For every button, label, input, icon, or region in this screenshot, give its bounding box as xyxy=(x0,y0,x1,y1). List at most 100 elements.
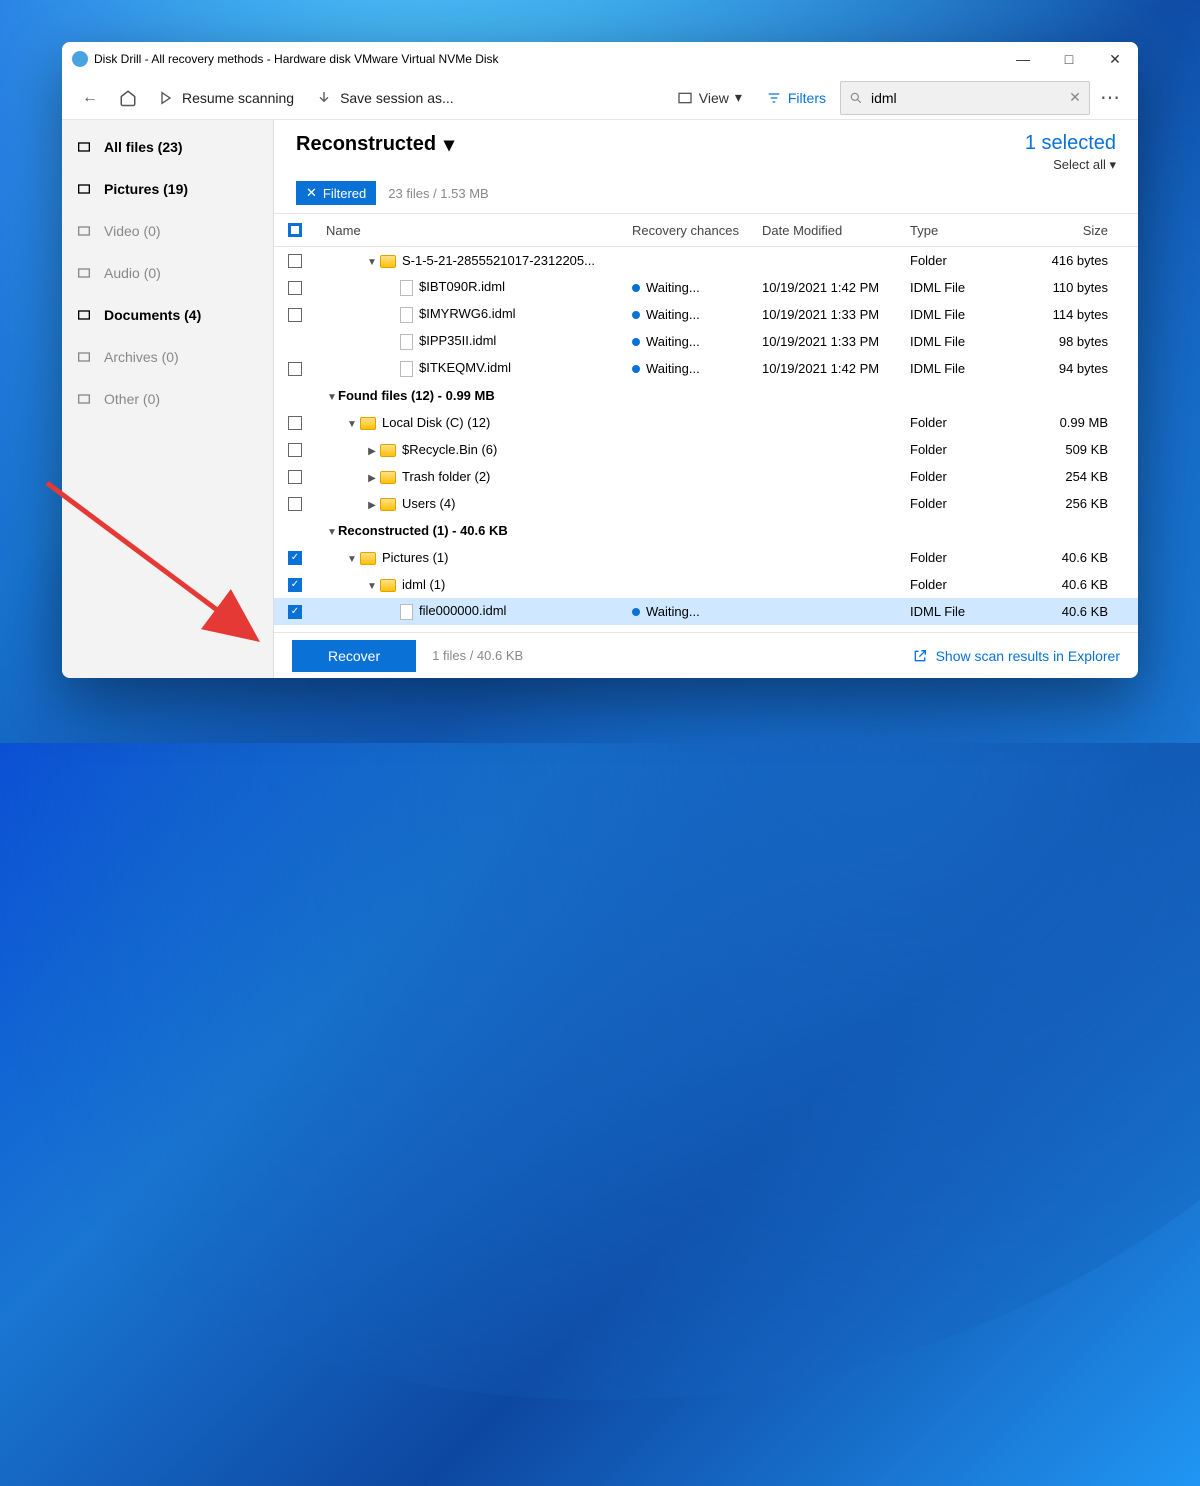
expand-arrow[interactable]: ▶ xyxy=(366,473,378,484)
toolbar: ← Resume scanning Save session as... Vie… xyxy=(62,76,1138,120)
section-header[interactable]: ▼Found files (12) - 0.99 MB xyxy=(274,382,1138,409)
folder-row[interactable]: ▼S-1-5-21-2855521017-2312205...Folder416… xyxy=(274,247,1138,274)
expand-arrow[interactable]: ▼ xyxy=(346,554,358,565)
column-type[interactable]: Type xyxy=(910,223,1024,238)
file-row[interactable]: $ITKEQMV.idmlWaiting...10/19/2021 1:42 P… xyxy=(274,355,1138,382)
column-date[interactable]: Date Modified xyxy=(762,223,910,238)
row-checkbox[interactable] xyxy=(288,497,302,511)
sidebar-item-label: Other (0) xyxy=(104,391,160,407)
folder-row[interactable]: ▼Local Disk (C) (12)Folder0.99 MB xyxy=(274,409,1138,436)
folder-row[interactable]: ▶Trash folder (2)Folder254 KB xyxy=(274,463,1138,490)
file-row[interactable]: file000000.idmlWaiting...IDML File40.6 K… xyxy=(274,598,1138,625)
row-name: Local Disk (C) (12) xyxy=(382,415,490,430)
row-checkbox[interactable] xyxy=(288,443,302,457)
file-row[interactable]: $IPP35II.idmlWaiting...10/19/2021 1:33 P… xyxy=(274,328,1138,355)
sidebar-item-label: Video (0) xyxy=(104,223,161,239)
row-checkbox[interactable] xyxy=(288,470,302,484)
file-row[interactable]: $IBT090R.idmlWaiting...10/19/2021 1:42 P… xyxy=(274,274,1138,301)
back-button[interactable]: ← xyxy=(72,80,108,116)
expand-arrow[interactable]: ▼ xyxy=(366,581,378,592)
maximize-button[interactable]: □ xyxy=(1046,42,1092,76)
row-size: 256 KB xyxy=(1024,496,1138,511)
chevron-down-icon: ▾ xyxy=(735,89,742,106)
row-type: Folder xyxy=(910,253,1024,268)
footer-summary: 1 files / 40.6 KB xyxy=(432,648,523,663)
expand-arrow[interactable]: ▼ xyxy=(346,419,358,430)
row-checkbox[interactable] xyxy=(288,605,302,619)
sidebar-item-label: Audio (0) xyxy=(104,265,161,281)
row-type: Folder xyxy=(910,469,1024,484)
sidebar-item[interactable]: Documents (4) xyxy=(62,294,273,336)
row-size: 114 bytes xyxy=(1024,307,1138,322)
sidebar-item[interactable]: Archives (0) xyxy=(62,336,273,378)
file-list: ▼S-1-5-21-2855521017-2312205...Folder416… xyxy=(274,247,1138,632)
row-recovery: Waiting... xyxy=(632,361,762,376)
expand-arrow[interactable]: ▼ xyxy=(326,392,338,403)
row-checkbox[interactable] xyxy=(288,551,302,565)
folder-row[interactable]: ▼Pictures (1)Folder40.6 KB xyxy=(274,544,1138,571)
folder-row[interactable]: ▼idml (1)Folder40.6 KB xyxy=(274,571,1138,598)
sidebar-item-label: Pictures (19) xyxy=(104,181,188,197)
row-type: Folder xyxy=(910,550,1024,565)
resume-scanning-button[interactable]: Resume scanning xyxy=(148,80,304,116)
filters-label: Filters xyxy=(788,90,826,106)
expand-arrow[interactable]: ▶ xyxy=(366,446,378,457)
file-row[interactable]: $IMYRWG6.idmlWaiting...10/19/2021 1:33 P… xyxy=(274,301,1138,328)
expand-arrow[interactable]: ▼ xyxy=(326,527,338,538)
main-title: Reconstructed xyxy=(296,133,436,156)
sidebar-item[interactable]: All files (23) xyxy=(62,126,273,168)
column-recovery[interactable]: Recovery chances xyxy=(632,223,762,238)
header-checkbox[interactable] xyxy=(288,223,302,237)
expand-arrow[interactable]: ▼ xyxy=(366,257,378,268)
category-icon xyxy=(76,223,92,239)
row-checkbox[interactable] xyxy=(288,416,302,430)
close-button[interactable]: ✕ xyxy=(1092,42,1138,76)
row-checkbox[interactable] xyxy=(288,281,302,295)
sidebar-item[interactable]: Video (0) xyxy=(62,210,273,252)
filter-chip[interactable]: ✕Filtered xyxy=(296,181,376,205)
row-checkbox[interactable] xyxy=(288,308,302,322)
home-button[interactable] xyxy=(110,80,146,116)
titlebar[interactable]: Disk Drill - All recovery methods - Hard… xyxy=(62,42,1138,76)
recover-button[interactable]: Recover xyxy=(292,640,416,672)
sidebar-item[interactable]: Audio (0) xyxy=(62,252,273,294)
category-icon xyxy=(76,139,92,155)
column-name[interactable]: Name xyxy=(312,223,632,238)
row-size: 40.6 KB xyxy=(1024,604,1138,619)
row-type: Folder xyxy=(910,496,1024,511)
row-name: $Recycle.Bin (6) xyxy=(402,442,497,457)
status-dot xyxy=(632,608,640,616)
sidebar-item-label: All files (23) xyxy=(104,139,183,155)
status-dot xyxy=(632,311,640,319)
row-checkbox[interactable] xyxy=(288,362,302,376)
folder-row[interactable]: ▶$Recycle.Bin (6)Folder509 KB xyxy=(274,436,1138,463)
column-size[interactable]: Size xyxy=(1024,223,1138,238)
filters-button[interactable]: Filters xyxy=(754,80,838,116)
select-all-dropdown[interactable]: Select all ▾ xyxy=(1025,157,1116,173)
folder-icon xyxy=(360,417,376,430)
show-in-explorer-link[interactable]: Show scan results in Explorer xyxy=(912,648,1120,664)
search-input-container: ✕ xyxy=(840,81,1090,115)
view-dropdown[interactable]: View▾ xyxy=(667,80,752,116)
row-size: 509 KB xyxy=(1024,442,1138,457)
search-input[interactable] xyxy=(871,90,1061,106)
more-menu-button[interactable]: ⋯ xyxy=(1092,80,1128,116)
row-recovery: Waiting... xyxy=(632,604,762,619)
results-category-dropdown[interactable]: Reconstructed▾ xyxy=(296,132,454,157)
category-icon xyxy=(76,307,92,323)
sidebar-item[interactable]: Pictures (19) xyxy=(62,168,273,210)
folder-row[interactable]: ▶Users (4)Folder256 KB xyxy=(274,490,1138,517)
minimize-button[interactable]: — xyxy=(1000,42,1046,76)
filter-summary: 23 files / 1.53 MB xyxy=(388,186,488,201)
row-date: 10/19/2021 1:33 PM xyxy=(762,307,910,322)
expand-arrow[interactable]: ▶ xyxy=(366,500,378,511)
row-checkbox[interactable] xyxy=(288,578,302,592)
row-type: Folder xyxy=(910,415,1024,430)
row-type: IDML File xyxy=(910,280,1024,295)
save-session-button[interactable]: Save session as... xyxy=(306,80,464,116)
clear-search-button[interactable]: ✕ xyxy=(1061,89,1089,106)
section-header[interactable]: ▼Reconstructed (1) - 40.6 KB xyxy=(274,517,1138,544)
row-checkbox[interactable] xyxy=(288,254,302,268)
sidebar-item[interactable]: Other (0) xyxy=(62,378,273,420)
row-recovery: Waiting... xyxy=(632,334,762,349)
